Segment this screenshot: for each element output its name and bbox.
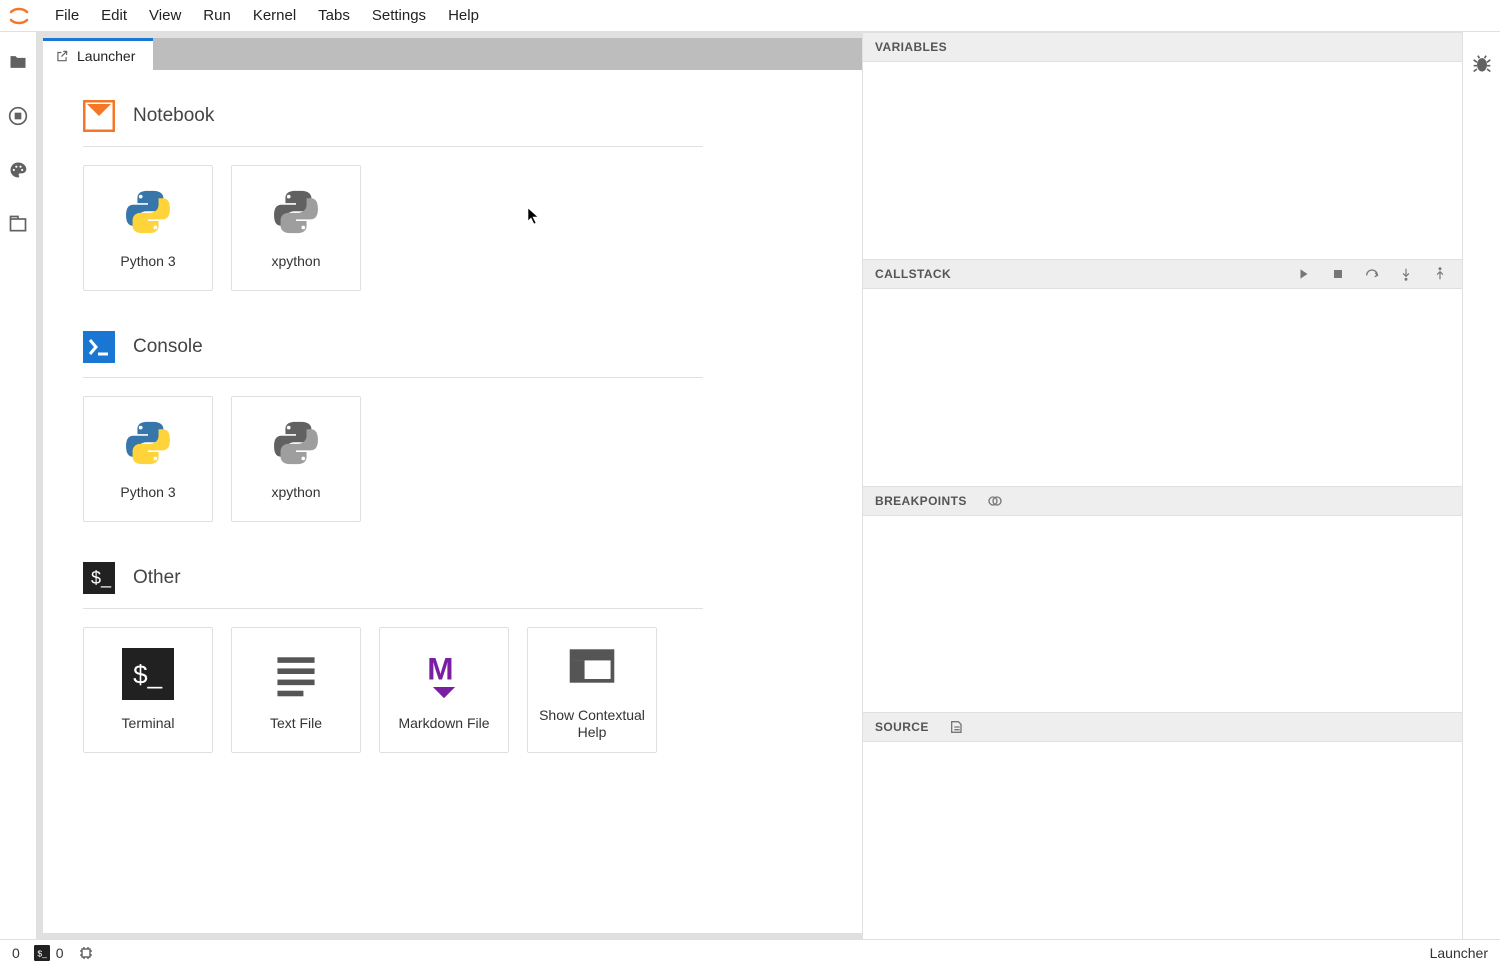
- card-label: Terminal: [122, 715, 175, 733]
- section-other: $_ Other $_ Terminal: [83, 562, 703, 753]
- svg-text:$_: $_: [133, 660, 162, 690]
- panel-title: BREAKPOINTS: [875, 494, 967, 508]
- menu-settings[interactable]: Settings: [372, 7, 426, 24]
- panel-breakpoints-header[interactable]: BREAKPOINTS: [863, 486, 1462, 516]
- tab-launcher[interactable]: Launcher: [43, 38, 153, 70]
- panel-callstack-body: [863, 289, 1462, 486]
- launcher: Notebook Python 3: [43, 70, 862, 933]
- console-icon: [83, 331, 115, 363]
- section-notebook: Notebook Python 3: [83, 100, 703, 291]
- palette-icon[interactable]: [8, 160, 28, 180]
- svg-text:$_: $_: [91, 568, 112, 589]
- card-console-xpython[interactable]: xpython: [231, 396, 361, 522]
- panel-source-header[interactable]: SOURCE: [863, 712, 1462, 742]
- notebook-icon: [83, 100, 115, 132]
- deactivate-breakpoints-icon[interactable]: [985, 491, 1005, 511]
- panel-callstack-header[interactable]: CALLSTACK: [863, 259, 1462, 289]
- running-icon[interactable]: [8, 106, 28, 126]
- jupyter-logo-icon: [8, 5, 30, 27]
- svg-text:M: M: [427, 651, 453, 687]
- svg-text:$_: $_: [37, 948, 47, 958]
- menu-run[interactable]: Run: [203, 7, 231, 24]
- statusbar: 0 $_ 0 Launcher: [0, 939, 1500, 965]
- card-label: Markdown File: [398, 715, 489, 733]
- card-other-contextual-help[interactable]: Show Contextual Help: [527, 627, 657, 753]
- card-other-terminal[interactable]: $_ Terminal: [83, 627, 213, 753]
- status-kernel[interactable]: [78, 945, 94, 961]
- debugger-panel: VARIABLES CALLSTACK BREAKPOINTS SOURCE: [862, 32, 1462, 939]
- panel-source-body: [863, 742, 1462, 939]
- card-label: xpython: [271, 253, 320, 271]
- step-out-icon[interactable]: [1430, 264, 1450, 284]
- panel-title: SOURCE: [875, 720, 929, 734]
- status-mode[interactable]: Launcher: [1430, 945, 1488, 961]
- markdown-icon: M: [417, 647, 471, 701]
- card-label: Show Contextual Help: [536, 707, 648, 742]
- menu-tabs[interactable]: Tabs: [318, 7, 350, 24]
- python-icon: [121, 416, 175, 470]
- panel-variables-body: [863, 62, 1462, 259]
- right-toolstrip: [1462, 32, 1500, 939]
- activity-bar: [0, 32, 37, 939]
- section-header-console: Console: [83, 331, 703, 378]
- status-problems[interactable]: 0: [12, 945, 20, 961]
- panel-title: CALLSTACK: [875, 267, 951, 281]
- card-notebook-python3[interactable]: Python 3: [83, 165, 213, 291]
- card-label: Text File: [270, 715, 322, 733]
- section-title: Notebook: [133, 105, 214, 127]
- card-notebook-xpython[interactable]: xpython: [231, 165, 361, 291]
- xpython-icon: [269, 185, 323, 239]
- section-title: Console: [133, 336, 203, 358]
- panel-title: VARIABLES: [875, 40, 947, 54]
- contextual-help-icon: [565, 639, 619, 693]
- menu-kernel[interactable]: Kernel: [253, 7, 296, 24]
- card-label: Python 3: [120, 484, 175, 502]
- card-label: Python 3: [120, 253, 175, 271]
- xpython-icon: [269, 416, 323, 470]
- continue-icon[interactable]: [1294, 264, 1314, 284]
- stop-icon[interactable]: [1328, 264, 1348, 284]
- status-count: 0: [12, 945, 20, 961]
- terminal-icon: $_: [83, 562, 115, 594]
- chip-icon: [78, 945, 94, 961]
- menu-edit[interactable]: Edit: [101, 7, 127, 24]
- bug-icon[interactable]: [1472, 54, 1492, 74]
- folder-icon[interactable]: [8, 52, 28, 72]
- section-header-other: $_ Other: [83, 562, 703, 609]
- section-title: Other: [133, 567, 181, 589]
- tab-label: Launcher: [77, 48, 135, 64]
- card-console-python3[interactable]: Python 3: [83, 396, 213, 522]
- textfile-icon: [269, 647, 323, 701]
- open-source-icon[interactable]: [947, 717, 967, 737]
- card-other-textfile[interactable]: Text File: [231, 627, 361, 753]
- menu-view[interactable]: View: [149, 7, 181, 24]
- card-label: xpython: [271, 484, 320, 502]
- main-area: Launcher Notebook: [37, 32, 862, 939]
- terminal-icon: $_: [121, 647, 175, 701]
- menu-file[interactable]: File: [55, 7, 79, 24]
- menubar: File Edit View Run Kernel Tabs Settings …: [0, 0, 1500, 32]
- external-link-icon: [55, 49, 69, 63]
- tab-bar: Launcher: [43, 38, 862, 70]
- menu-help[interactable]: Help: [448, 7, 479, 24]
- terminal-icon: $_: [34, 945, 50, 961]
- step-over-icon[interactable]: [1362, 264, 1382, 284]
- tabs-icon[interactable]: [8, 214, 28, 234]
- section-console: Console Python 3: [83, 331, 703, 522]
- python-icon: [121, 185, 175, 239]
- status-terminals[interactable]: $_ 0: [34, 945, 64, 961]
- status-count: 0: [56, 945, 64, 961]
- panel-breakpoints-body: [863, 516, 1462, 713]
- section-header-notebook: Notebook: [83, 100, 703, 147]
- panel-variables-header[interactable]: VARIABLES: [863, 32, 1462, 62]
- card-other-markdown[interactable]: M Markdown File: [379, 627, 509, 753]
- step-into-icon[interactable]: [1396, 264, 1416, 284]
